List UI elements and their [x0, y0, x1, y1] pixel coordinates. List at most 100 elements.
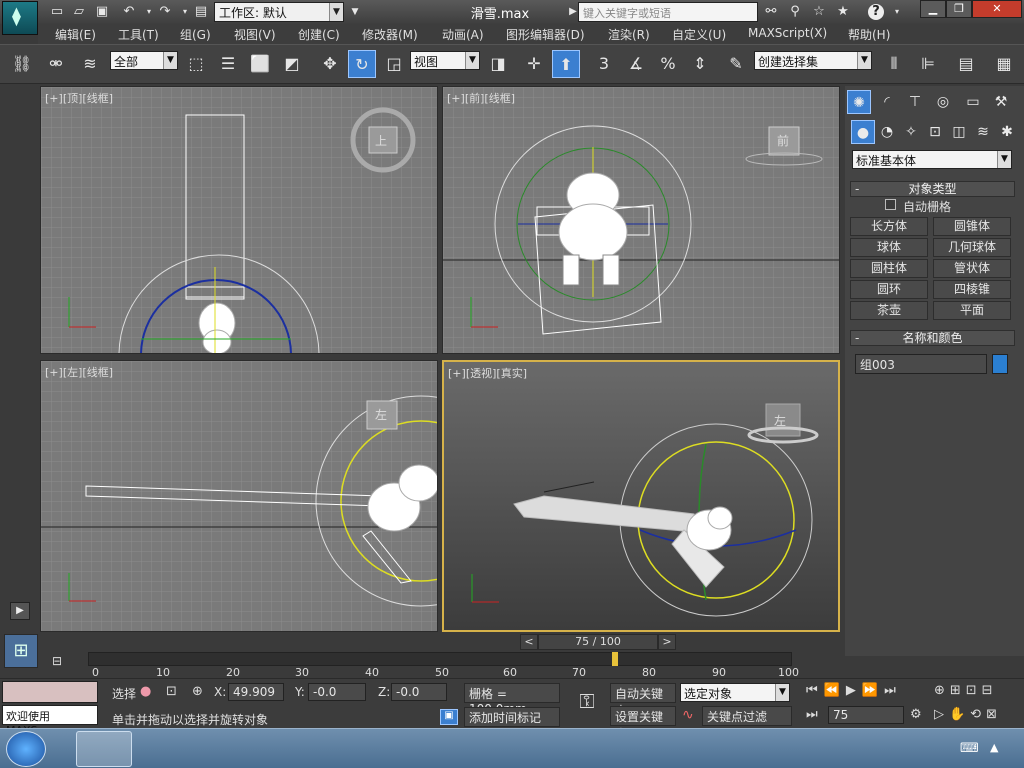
add-time-tag-button[interactable]: 添加时间标记 — [464, 707, 560, 727]
prev-frame-button[interactable]: < — [520, 634, 538, 650]
mirror-icon[interactable]: ⫴ — [880, 50, 908, 78]
space-warps-icon[interactable]: ≋ — [971, 120, 995, 144]
key-icon[interactable]: ⚿ — [568, 689, 606, 719]
workspace-arrow-icon[interactable]: ▼ — [346, 3, 364, 21]
shapes-icon[interactable]: ◔ — [875, 120, 899, 144]
helpers-icon[interactable]: ◫ — [947, 120, 971, 144]
cylinder-button[interactable]: 圆柱体 — [850, 259, 928, 278]
link-icon[interactable]: ⛓ — [8, 50, 36, 78]
key-mode-toggle-icon[interactable]: ⏭ — [806, 707, 818, 722]
object-name-field[interactable]: 组003 — [855, 354, 987, 374]
viewport-point-of-view[interactable]: [透视] — [466, 367, 497, 380]
box-button[interactable]: 长方体 — [850, 217, 928, 236]
timeline-ruler[interactable] — [88, 652, 792, 666]
search-input[interactable]: 键入关键字或短语 — [578, 2, 758, 22]
geosphere-button[interactable]: 几何球体 — [933, 238, 1011, 257]
star-icon[interactable]: ★ — [834, 3, 852, 21]
menu-graph-editors[interactable]: 图形编辑器(D) — [506, 26, 585, 43]
viewport-menu-plus[interactable]: [+] — [45, 366, 63, 379]
display-tab-icon[interactable]: ▭ — [961, 90, 985, 114]
layer-manager-icon[interactable]: ▤ — [952, 50, 980, 78]
isolate-icon[interactable]: ● — [140, 684, 151, 699]
graphite-modeling-icon[interactable]: ▦ — [990, 50, 1018, 78]
time-config-icon[interactable]: ⚙ — [910, 707, 922, 722]
category-dropdown[interactable]: 标准基本体 ▼ — [852, 150, 1012, 169]
open-file-icon[interactable]: ▱ — [70, 3, 88, 21]
app-logo[interactable]: ⧫ — [2, 1, 38, 35]
cone-button[interactable]: 圆锥体 — [933, 217, 1011, 236]
named-selection-dropdown[interactable]: 创建选择集 ▼ — [754, 51, 872, 70]
align-icon[interactable]: ⊫ — [914, 50, 942, 78]
keyboard-shortcut-override-icon[interactable]: ⬆ — [552, 50, 580, 78]
help-icon[interactable]: ? — [868, 4, 884, 20]
auto-grid-checkbox[interactable] — [885, 199, 896, 210]
maximize-button[interactable]: ❐ — [946, 0, 972, 18]
binoculars-icon[interactable]: ⚯ — [762, 3, 780, 21]
viewport-menu-plus[interactable]: [+] — [448, 367, 466, 380]
viewport-perspective-label[interactable]: [+][透视][真实] — [448, 365, 527, 381]
hierarchy-tab-icon[interactable]: ⊤ — [903, 90, 927, 114]
menu-views[interactable]: 视图(V) — [234, 26, 276, 43]
viewport-point-of-view[interactable]: [顶] — [63, 92, 83, 105]
systems-icon[interactable]: ✱ — [995, 120, 1019, 144]
menu-animation[interactable]: 动画(A) — [442, 26, 484, 43]
z-coordinate-field[interactable]: -0.0 — [391, 683, 447, 701]
navigation-controls-top[interactable]: ⊕⊞⊡⊟ — [934, 683, 998, 698]
viewport-shading-mode[interactable]: [线框] — [82, 92, 113, 105]
menu-modifiers[interactable]: 修改器(M) — [362, 26, 418, 43]
tube-button[interactable]: 管状体 — [933, 259, 1011, 278]
object-type-rollout[interactable]: - 对象类型 — [850, 181, 1015, 197]
rectangular-selection-icon[interactable]: ⬜ — [246, 50, 274, 78]
expand-panel-icon[interactable]: ▶ — [10, 602, 30, 620]
teapot-button[interactable]: 茶壶 — [850, 301, 928, 320]
snaps-toggle-icon[interactable]: 3 — [590, 50, 618, 78]
taskbar-3dsmax-button[interactable] — [76, 731, 132, 767]
name-color-rollout[interactable]: - 名称和颜色 — [850, 330, 1015, 346]
workspace-dropdown[interactable]: 工作区: 默认 ▼ — [214, 2, 344, 22]
transform-mode-icon[interactable]: ⊕ — [192, 684, 203, 699]
welcome-text[interactable]: 欢迎使用 MAXScr — [2, 705, 98, 737]
viewport-perspective[interactable]: 左 [+][透视][真实] — [442, 360, 840, 632]
reference-coordinate-dropdown[interactable]: 视图 ▼ — [410, 51, 480, 70]
viewport-layout-icon[interactable]: ⊞ — [4, 634, 38, 668]
time-tag-icon[interactable]: ▣ — [440, 709, 458, 725]
playback-controls[interactable]: ⏮⏪▶⏩⏭ — [806, 683, 902, 698]
redo-icon[interactable]: ↷ — [156, 3, 174, 21]
menu-help[interactable]: 帮助(H) — [848, 26, 890, 43]
selection-filter-dropdown[interactable]: 全部 ▼ — [110, 51, 178, 70]
viewport-shading-mode[interactable]: [线框] — [82, 366, 113, 379]
create-tab-icon[interactable]: ✺ — [847, 90, 871, 114]
window-crossing-icon[interactable]: ◩ — [278, 50, 306, 78]
spinner-snap-icon[interactable]: ⇕ — [686, 50, 714, 78]
current-frame-marker[interactable] — [612, 652, 618, 666]
plane-button[interactable]: 平面 — [933, 301, 1011, 320]
select-and-move-icon[interactable]: ✥ — [316, 50, 344, 78]
select-manipulate-icon[interactable]: ✛ — [520, 50, 548, 78]
cameras-icon[interactable]: ⊡ — [923, 120, 947, 144]
angle-snap-icon[interactable]: ∡ — [622, 50, 650, 78]
project-folder-icon[interactable]: ▤ — [192, 3, 210, 21]
time-slider[interactable]: 75 / 100 — [538, 634, 658, 650]
start-button[interactable] — [6, 731, 46, 767]
torus-button[interactable]: 圆环 — [850, 280, 928, 299]
viewport-point-of-view[interactable]: [左] — [63, 366, 83, 379]
keyboard-icon[interactable]: ⌨ — [960, 741, 979, 756]
tray-arrow-icon[interactable]: ▲ — [990, 741, 998, 754]
lock-icon[interactable]: ⊡ — [166, 684, 177, 699]
y-coordinate-field[interactable]: -0.0 — [308, 683, 366, 701]
select-and-rotate-icon[interactable]: ↻ — [348, 50, 376, 78]
menu-maxscript[interactable]: MAXScript(X) — [748, 26, 827, 40]
next-frame-button[interactable]: > — [658, 634, 676, 650]
viewport-top-label[interactable]: [+][顶][线框] — [45, 90, 113, 106]
maxscript-listener-mini[interactable] — [2, 681, 98, 703]
viewport-shading-mode[interactable]: [真实] — [496, 367, 527, 380]
close-button[interactable]: ✕ — [972, 0, 1022, 18]
object-color-swatch[interactable] — [992, 354, 1008, 374]
bind-space-warp-icon[interactable]: ≋ — [76, 50, 104, 78]
curve-editor-icon[interactable]: ⊟ — [52, 654, 72, 670]
viewport-menu-plus[interactable]: [+] — [447, 92, 465, 105]
minimize-button[interactable]: ▁ — [920, 0, 946, 18]
pyramid-button[interactable]: 四棱锥 — [933, 280, 1011, 299]
menu-customize[interactable]: 自定义(U) — [672, 26, 726, 43]
unlink-icon[interactable]: ⚮ — [42, 50, 70, 78]
